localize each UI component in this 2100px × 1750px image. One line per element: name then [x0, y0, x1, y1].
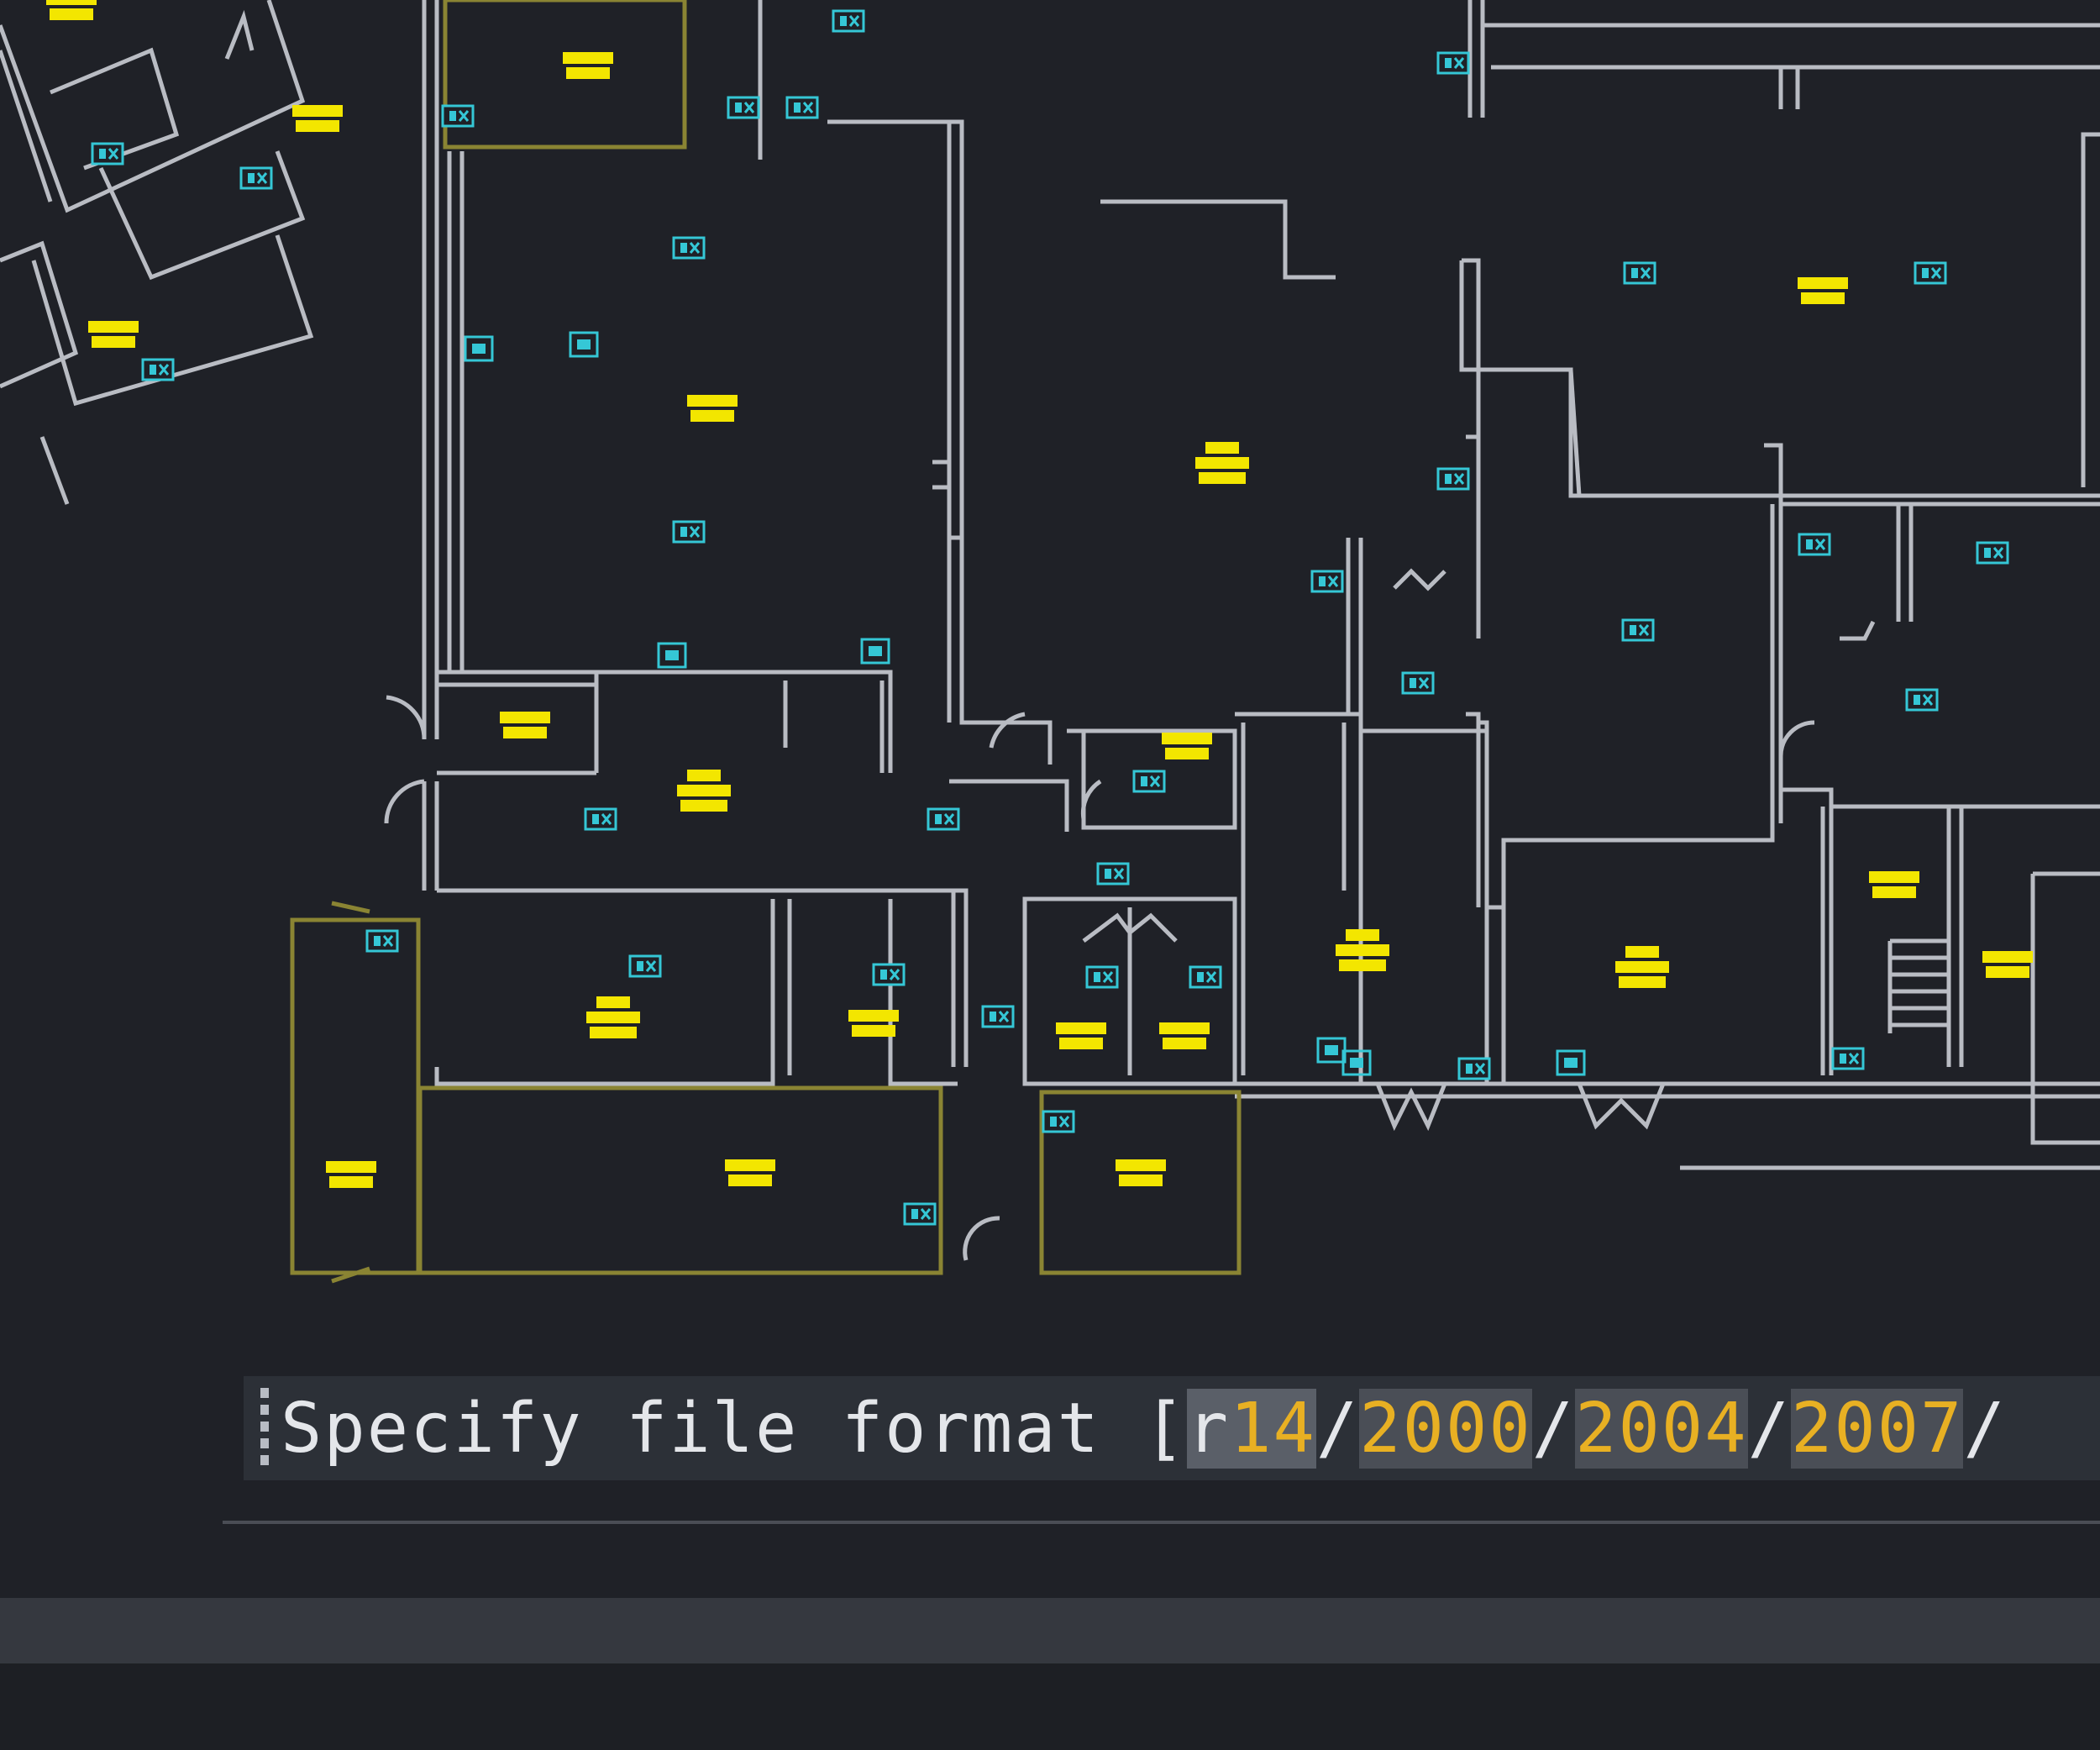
occupancy-sensor-icon	[91, 9, 2009, 1226]
option-2004[interactable]: 2004	[1575, 1388, 1748, 1469]
prompt-text: Specify file format [	[281, 1388, 1187, 1469]
command-line-divider	[223, 1521, 2100, 1524]
light-fixture-icon	[46, 0, 2033, 1188]
command-line[interactable]: Specify file format [r14/2000/2004/2007/	[244, 1376, 2100, 1480]
command-line-grip[interactable]	[260, 1388, 269, 1469]
drawing-canvas[interactable]	[0, 0, 2100, 1596]
option-2007[interactable]: 2007	[1790, 1388, 1964, 1469]
option-separator: /	[1747, 1388, 1791, 1469]
status-bar	[0, 1598, 2100, 1663]
highlighted-rooms	[290, 0, 1242, 1284]
option-r14[interactable]: r14	[1186, 1388, 1316, 1469]
option-separator: /	[1963, 1388, 2007, 1469]
option-separator: /	[1315, 1388, 1360, 1469]
option-2000[interactable]: 2000	[1359, 1388, 1532, 1469]
bottom-panel	[0, 1663, 2100, 1750]
command-prompt: Specify file format [r14/2000/2004/2007/	[281, 1388, 2007, 1469]
walls	[0, 0, 2100, 1261]
option-separator: /	[1531, 1388, 1576, 1469]
